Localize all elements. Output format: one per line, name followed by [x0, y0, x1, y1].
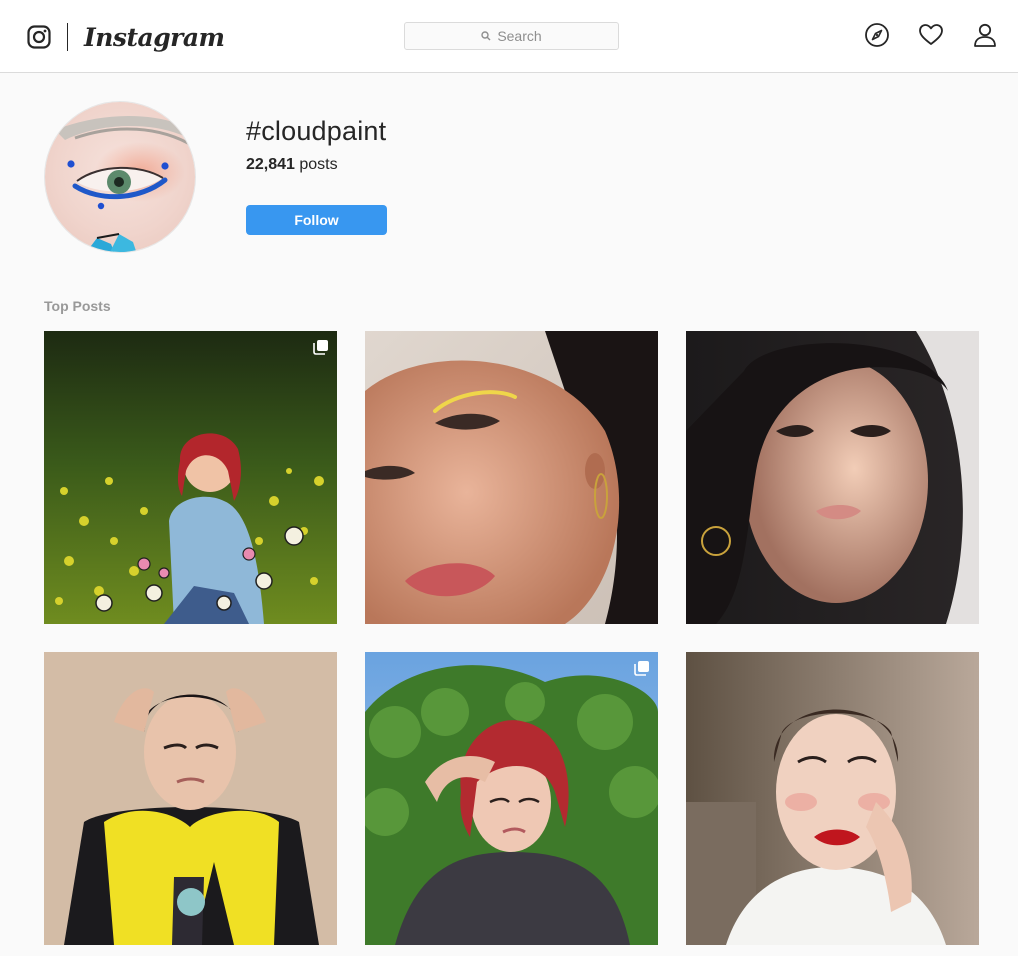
post-image-red-lipstick	[686, 652, 979, 945]
post-thumbnail[interactable]	[686, 331, 979, 624]
instagram-wordmark[interactable]: Instagram	[84, 23, 225, 52]
brand[interactable]: Instagram	[27, 21, 225, 52]
post-image-garden-portrait	[365, 652, 658, 945]
post-thumbnail[interactable]	[365, 652, 658, 945]
post-thumbnail[interactable]	[365, 331, 658, 624]
explore-compass-icon[interactable]	[864, 22, 890, 48]
post-count-suffix: posts	[294, 156, 338, 173]
post-image-yellow-scarf	[44, 652, 337, 945]
post-image-sunlit-portrait	[686, 331, 979, 624]
multiple-photos-icon	[313, 340, 328, 355]
hashtag-profile-image	[44, 101, 196, 253]
multiple-photos-icon	[634, 661, 649, 676]
post-count: 22,841 posts	[246, 156, 338, 174]
post-image-yellow-eyeliner	[365, 331, 658, 624]
search-input[interactable]: Search	[404, 22, 619, 50]
post-image-flower-field	[44, 331, 337, 624]
activity-heart-icon[interactable]	[918, 22, 944, 48]
top-nav-bar: Instagram Search	[0, 0, 1018, 73]
profile-person-icon[interactable]	[972, 22, 998, 48]
eye-makeup-photo	[45, 102, 195, 252]
search-placeholder: Search	[497, 28, 542, 44]
top-posts-grid	[44, 331, 979, 945]
logo-divider	[67, 22, 68, 51]
instagram-camera-icon[interactable]	[27, 24, 51, 49]
search-icon	[481, 31, 491, 41]
hashtag-title: #cloudpaint	[246, 116, 387, 146]
nav-icons	[864, 22, 998, 48]
post-thumbnail[interactable]	[686, 652, 979, 945]
post-count-number: 22,841	[246, 156, 295, 173]
post-thumbnail[interactable]	[44, 331, 337, 624]
post-thumbnail[interactable]	[44, 652, 337, 945]
follow-button[interactable]: Follow	[246, 205, 387, 235]
section-label-top-posts: Top Posts	[44, 298, 111, 314]
